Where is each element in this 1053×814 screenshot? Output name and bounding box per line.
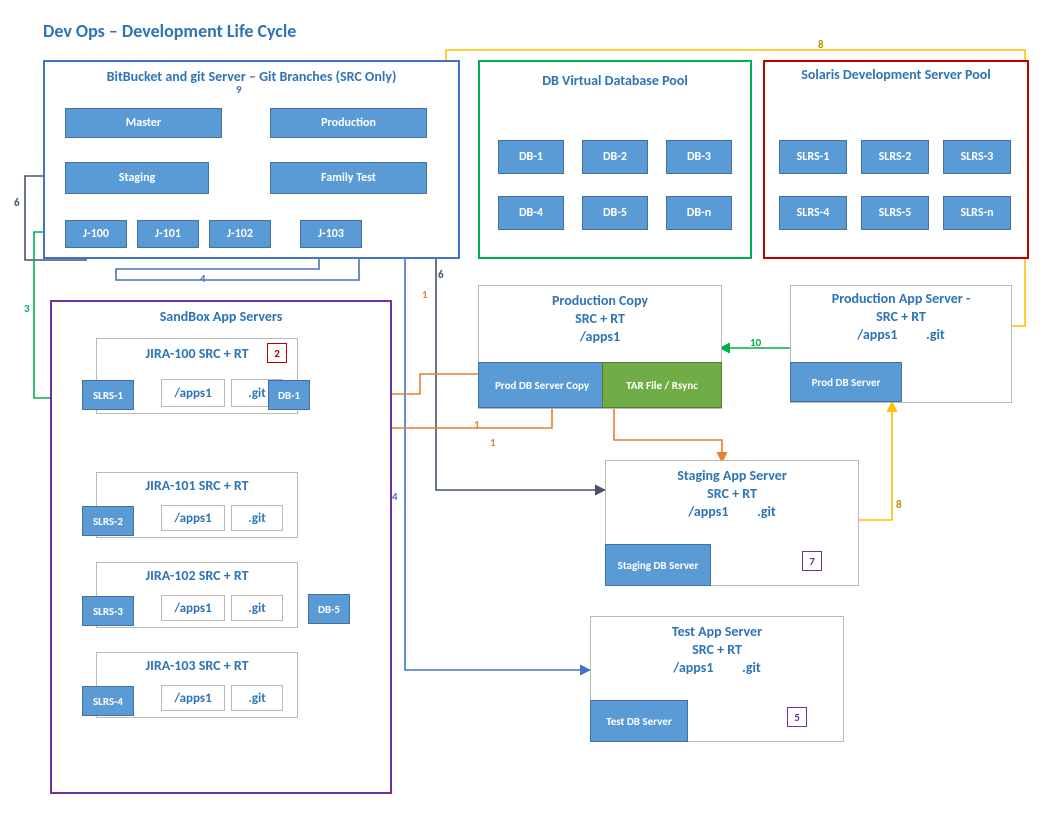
test-title: Test App Server SRC + RT /apps1 .git — [591, 623, 843, 678]
page-title: Dev Ops – Development Life Cycle — [43, 20, 296, 42]
pool-sandbox-title: SandBox App Servers — [52, 308, 390, 325]
slrs-4: SLRS-4 — [779, 196, 847, 230]
slrs-5: SLRS-5 — [861, 196, 929, 230]
branch-master: Master — [65, 108, 222, 138]
sandbox-j103-apps: /apps1 — [161, 685, 225, 711]
edge-8a: 8 — [818, 38, 824, 51]
branch-j101: J-101 — [137, 220, 199, 248]
db-3: DB-3 — [666, 140, 732, 174]
test-db: Test DB Server — [590, 700, 688, 742]
db-n: DB-n — [666, 196, 732, 230]
sandbox-j103-git: .git — [231, 685, 283, 711]
branch-j100: J-100 — [65, 220, 127, 248]
sandbox-j100-db: DB-1 — [268, 380, 310, 410]
edge-8b: 8 — [896, 498, 902, 511]
edge-1c: 1 — [490, 436, 496, 449]
test-apps: /apps1 — [673, 659, 713, 676]
pool-git: BitBucket and git Server – Git Branches … — [43, 60, 460, 259]
staging-title-l2: SRC + RT — [707, 485, 757, 502]
pool-solaris-title: Solaris Development Server Pool — [765, 66, 1027, 83]
diagram-canvas: Dev Ops – Development Life Cycle BitBu — [0, 0, 1053, 814]
sandbox-j102-apps: /apps1 — [161, 595, 225, 621]
sandbox-j100-apps: /apps1 — [161, 379, 225, 407]
slrs-1: SLRS-1 — [779, 140, 847, 174]
prodapp-db: Prod DB Server — [790, 362, 902, 402]
staging-title: Staging App Server SRC + RT /apps1 .git — [606, 467, 858, 522]
sandbox-j102-db: DB-5 — [308, 594, 350, 624]
sandbox-j101-slrs: SLRS-2 — [82, 506, 134, 536]
branch-production: Production — [270, 108, 427, 138]
staging-apps: /apps1 — [688, 503, 728, 520]
edge-10: 10 — [750, 336, 761, 349]
slrs-n: SLRS-n — [943, 196, 1011, 230]
sandbox-j101-git: .git — [231, 505, 283, 531]
staging-git: .git — [757, 503, 776, 520]
test-title-l1: Test App Server — [672, 623, 762, 640]
sandbox-j101-title: JIRA-101 SRC + RT — [97, 477, 297, 495]
prodcopy-tar: TAR File / Rsync — [602, 362, 722, 408]
pool-sandbox: SandBox App Servers JIRA-100 SRC + RT /a… — [50, 300, 392, 794]
edge-1b: 1 — [474, 418, 480, 431]
sandbox-j102-slrs: SLRS-3 — [82, 596, 134, 626]
test-git: .git — [742, 659, 761, 676]
sandbox-j102-title: JIRA-102 SRC + RT — [97, 567, 297, 585]
edge-6b: 6 — [438, 268, 444, 281]
prodapp-title-l2: SRC + RT — [876, 308, 926, 325]
prodapp-git: .git — [926, 326, 945, 343]
prodcopy-title-l2: SRC + RT — [575, 310, 625, 327]
sandbox-j103-title: JIRA-103 SRC + RT — [97, 657, 297, 675]
edge-6a: 6 — [14, 196, 20, 209]
prodcopy-db: Prod DB Server Copy — [478, 362, 606, 408]
pool-solaris: Solaris Development Server Pool SLRS-1 S… — [763, 60, 1029, 259]
sandbox-j102-git: .git — [231, 595, 283, 621]
branch-j103: J-103 — [300, 220, 362, 248]
sandbox-j100-badge: 2 — [267, 343, 287, 363]
edge-9: 9 — [236, 83, 242, 96]
slrs-3: SLRS-3 — [943, 140, 1011, 174]
db-4: DB-4 — [498, 196, 564, 230]
pool-db: DB Virtual Database Pool DB-1 DB-2 DB-3 … — [478, 60, 752, 259]
branch-familytest: Family Test — [270, 162, 427, 194]
pool-db-title: DB Virtual Database Pool — [480, 72, 750, 89]
branch-j102: J-102 — [209, 220, 271, 248]
prodapp-title: Production App Server - SRC + RT /apps1 … — [791, 290, 1011, 345]
pool-git-title: BitBucket and git Server – Git Branches … — [45, 68, 458, 85]
staging-title-l1: Staging App Server — [677, 467, 787, 484]
sandbox-j101-apps: /apps1 — [161, 505, 225, 531]
edge-4a: 4 — [200, 272, 206, 285]
edge-3: 3 — [24, 302, 30, 315]
prodapp-title-l1: Production App Server - — [832, 290, 970, 307]
staging-badge: 7 — [802, 551, 822, 571]
branch-staging: Staging — [65, 162, 209, 194]
edge-4b: 4 — [392, 490, 398, 503]
staging-db: Staging DB Server — [605, 544, 711, 586]
prodapp-apps: /apps1 — [857, 326, 897, 343]
sandbox-j100-slrs: SLRS-1 — [82, 380, 134, 410]
db-1: DB-1 — [498, 140, 564, 174]
prodcopy-title-l3: /apps1 — [580, 328, 620, 345]
db-5: DB-5 — [582, 196, 648, 230]
edge-1a: 1 — [422, 288, 428, 301]
db-2: DB-2 — [582, 140, 648, 174]
prodcopy-title: Production Copy SRC + RT /apps1 — [479, 292, 721, 347]
sandbox-j103-slrs: SLRS-4 — [82, 686, 134, 716]
test-badge: 5 — [787, 707, 807, 727]
slrs-2: SLRS-2 — [861, 140, 929, 174]
prodcopy-title-l1: Production Copy — [552, 292, 648, 309]
test-title-l2: SRC + RT — [692, 641, 742, 658]
